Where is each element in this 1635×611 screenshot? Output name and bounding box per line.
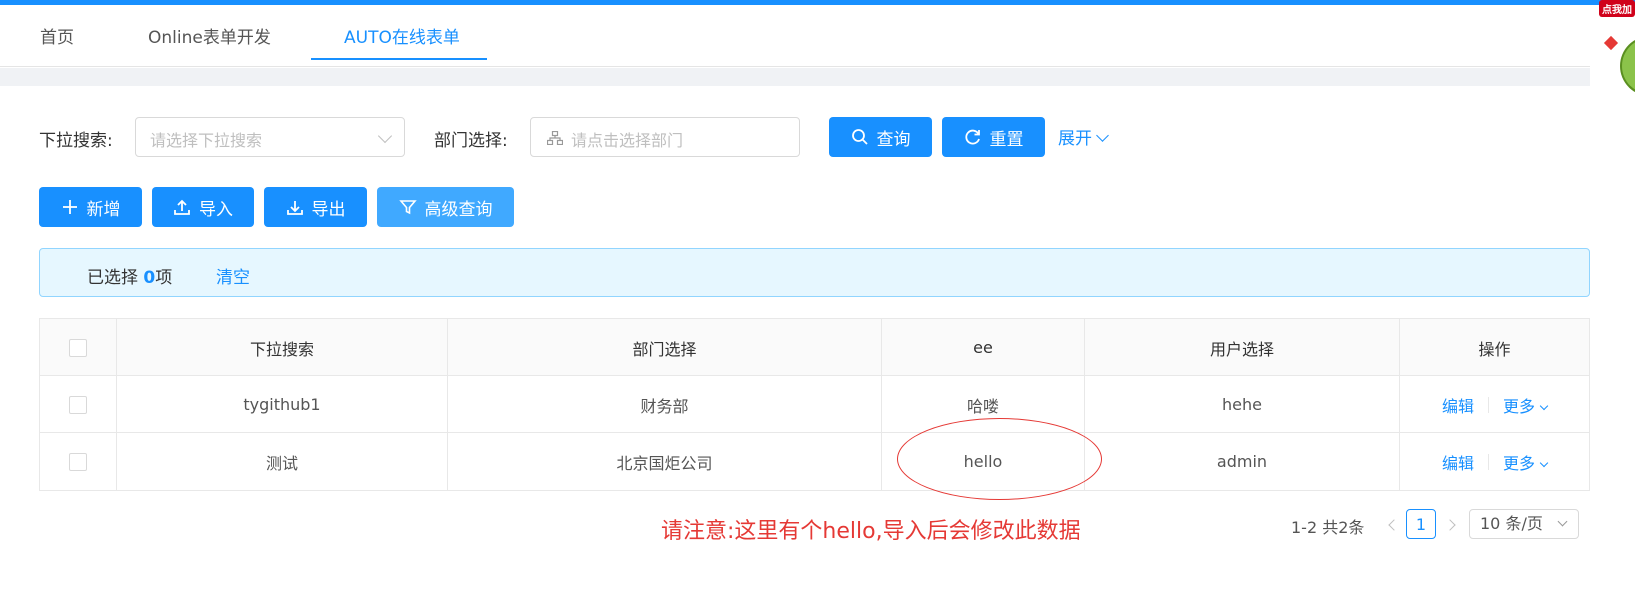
cell-actions: 编辑 更多	[1400, 376, 1589, 433]
import-button-label: 导入	[199, 199, 233, 220]
query-button[interactable]: 查询	[829, 117, 932, 157]
dept-select-input[interactable]: 请点击选择部门	[530, 117, 800, 157]
page-size-select[interactable]: 10 条/页	[1469, 509, 1579, 539]
annotation-note: 请注意:这里有个hello,导入后会修改此数据	[661, 519, 1081, 544]
chevron-down-icon	[1539, 401, 1549, 410]
selection-prefix: 已选择	[87, 268, 138, 288]
more-dropdown[interactable]: 更多	[1503, 450, 1549, 474]
row-checkbox-cell	[40, 433, 117, 490]
selection-alert: 已选择 0项 清空	[39, 248, 1590, 297]
more-link-label: 更多	[1503, 453, 1536, 473]
query-button-label: 查询	[876, 129, 911, 150]
tab-auto-online-form[interactable]: AUTO在线表单	[344, 23, 460, 48]
next-page-icon[interactable]	[1444, 519, 1456, 531]
download-icon	[286, 201, 303, 215]
column-header-dept: 部门选择	[448, 319, 882, 376]
selection-suffix: 项	[155, 268, 173, 288]
table-header-row: 下拉搜索 部门选择 ee 用户选择 操作	[40, 319, 1589, 376]
page-1-button[interactable]: 1	[1406, 509, 1436, 539]
pagination-total: 1-2 共2条	[1291, 518, 1365, 537]
dept-select-label: 部门选择:	[434, 131, 508, 151]
selection-count: 0	[143, 268, 156, 288]
chevron-down-icon	[1539, 458, 1549, 467]
reset-button[interactable]: 重置	[942, 117, 1045, 157]
floating-helper-widget[interactable]: 点我加	[1590, 0, 1635, 120]
add-button-label: 新增	[86, 199, 121, 220]
action-divider	[1488, 396, 1489, 413]
more-dropdown[interactable]: 更多	[1503, 393, 1549, 417]
reload-icon	[964, 129, 980, 145]
advanced-query-button-label: 高级查询	[424, 199, 493, 220]
row-checkbox-cell	[40, 376, 117, 433]
flag-icon	[1603, 35, 1619, 51]
helper-badge: 点我加	[1599, 0, 1635, 17]
dropdown-search-placeholder: 请选择下拉搜索	[150, 131, 263, 150]
cell-actions: 编辑 更多	[1400, 433, 1589, 490]
filter-icon	[398, 200, 417, 215]
chevron-down-icon	[1096, 129, 1109, 142]
cell-user: admin	[1085, 433, 1400, 490]
selection-count-text: 已选择 0项	[87, 263, 172, 288]
import-button[interactable]: 导入	[152, 187, 254, 227]
tab-home[interactable]: 首页	[40, 23, 74, 48]
clear-selection-link[interactable]: 清空	[216, 263, 250, 288]
cell-dropdown: tygithub1	[117, 376, 448, 433]
annotation-circle	[897, 418, 1102, 500]
column-header-user: 用户选择	[1085, 319, 1400, 376]
data-table: 下拉搜索 部门选择 ee 用户选择 操作 tygithub1 财务部 哈喽 he…	[39, 318, 1590, 491]
tab-online-form-dev[interactable]: Online表单开发	[148, 23, 271, 48]
chevron-down-icon	[377, 128, 393, 144]
action-divider	[1488, 453, 1489, 470]
row-checkbox[interactable]	[69, 395, 87, 414]
mascot-icon	[1620, 36, 1635, 96]
edit-link[interactable]: 编辑	[1442, 393, 1474, 417]
table-row: tygithub1 财务部 哈喽 hehe 编辑 更多	[40, 376, 1589, 433]
row-checkbox[interactable]	[69, 452, 87, 471]
content-divider	[0, 68, 1590, 86]
dropdown-search-select[interactable]: 请选择下拉搜索	[135, 117, 405, 157]
column-header-dropdown: 下拉搜索	[117, 319, 448, 376]
header-checkbox-cell	[40, 319, 117, 376]
cell-dropdown: 测试	[117, 433, 448, 490]
cell-dept: 财务部	[448, 376, 882, 433]
add-button[interactable]: 新增	[39, 187, 142, 227]
export-button[interactable]: 导出	[264, 187, 367, 227]
plus-icon	[62, 200, 77, 214]
advanced-query-button[interactable]: 高级查询	[377, 187, 514, 227]
expand-link-label: 展开	[1058, 129, 1092, 149]
upload-icon	[174, 199, 190, 215]
active-tab-indicator	[311, 58, 487, 60]
table-row: 测试 北京国炬公司 hello admin 编辑 更多	[40, 433, 1589, 490]
org-chart-icon	[547, 131, 563, 145]
select-all-checkbox[interactable]	[69, 338, 87, 357]
prev-page-icon[interactable]	[1388, 519, 1400, 531]
search-icon	[851, 129, 868, 145]
expand-filters-link[interactable]: 展开	[1058, 124, 1109, 149]
page-size-value: 10 条/页	[1480, 514, 1543, 533]
more-link-label: 更多	[1503, 396, 1536, 416]
cell-user: hehe	[1085, 376, 1400, 433]
export-button-label: 导出	[311, 199, 346, 220]
reset-button-label: 重置	[989, 129, 1024, 150]
column-header-ee: ee	[882, 319, 1085, 376]
tab-bar: 首页 Online表单开发 AUTO在线表单	[0, 5, 1590, 67]
edit-link[interactable]: 编辑	[1442, 450, 1474, 474]
cell-dept: 北京国炬公司	[448, 433, 882, 490]
dept-select-placeholder: 请点击选择部门	[571, 131, 684, 150]
chevron-down-icon	[1557, 516, 1568, 527]
dropdown-search-label: 下拉搜索:	[39, 131, 113, 151]
column-header-actions: 操作	[1478, 339, 1511, 359]
